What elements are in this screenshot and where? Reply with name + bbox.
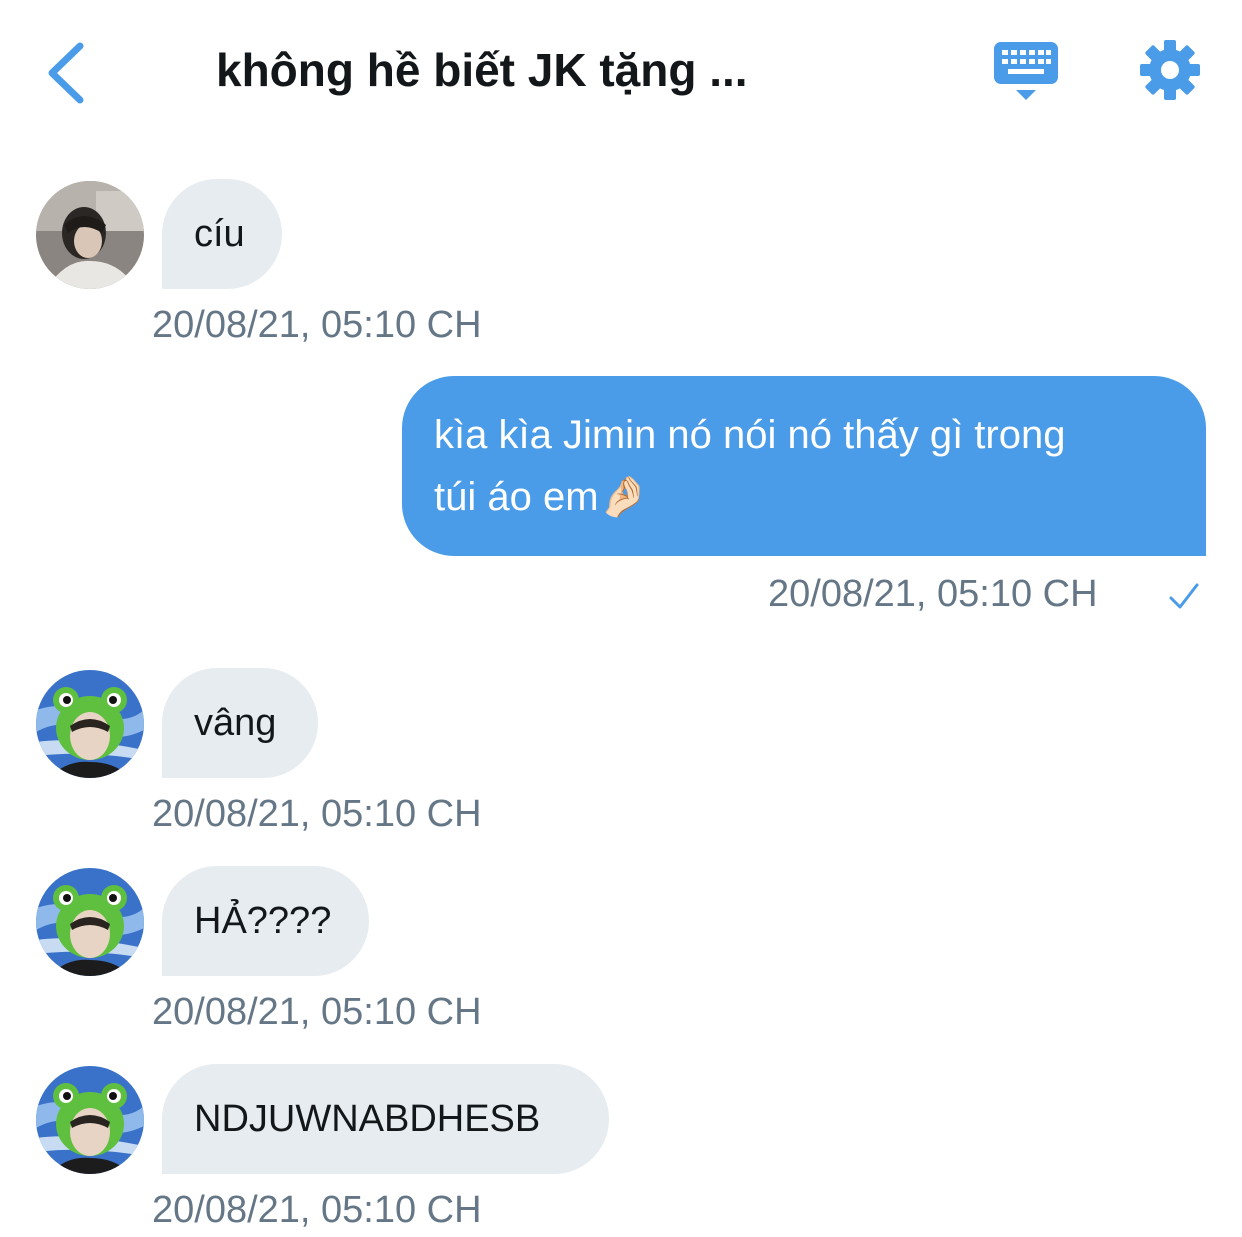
message-text: NDJUWNABDHESB	[194, 1098, 541, 1140]
message-text: vâng	[194, 702, 277, 744]
sender-avatar[interactable]	[36, 181, 144, 289]
check-icon	[1169, 583, 1199, 609]
message-timestamp: 20/08/21, 05:10 CH	[152, 304, 482, 346]
message-bubble-outgoing[interactable]: kìa kìa Jimin nó nói nó thấy gì trong tú…	[402, 376, 1206, 556]
sender-avatar[interactable]	[36, 868, 144, 976]
message-bubble[interactable]: cíu	[162, 179, 282, 289]
keyboard-icon	[994, 42, 1058, 100]
sender-avatar[interactable]	[36, 670, 144, 778]
message-timestamp: 20/08/21, 05:10 CH	[152, 991, 482, 1033]
avatar-photo	[36, 868, 144, 976]
message-timestamp: 20/08/21, 05:10 CH	[152, 1189, 482, 1231]
message-timestamp: 20/08/21, 05:10 CH	[768, 573, 1098, 615]
settings-button[interactable]	[1138, 38, 1202, 102]
message-text: HẢ????	[194, 900, 332, 942]
avatar-photo	[36, 1066, 144, 1174]
gear-icon	[1140, 40, 1200, 100]
message-bubble[interactable]: vâng	[162, 668, 318, 778]
conversation-header: không hề biết JK tặng ...	[0, 0, 1242, 140]
chevron-left-icon	[48, 42, 84, 104]
keyboard-toggle-button[interactable]	[992, 38, 1060, 104]
message-text: cíu	[194, 213, 245, 255]
message-bubble[interactable]: HẢ????	[162, 866, 369, 976]
conversation-title[interactable]: không hề biết JK tặng ...	[216, 40, 836, 100]
sender-avatar[interactable]	[36, 1066, 144, 1174]
avatar-photo	[36, 181, 144, 289]
back-button[interactable]	[40, 38, 100, 108]
message-bubble[interactable]: NDJUWNABDHESB	[162, 1064, 609, 1174]
message-timestamp: 20/08/21, 05:10 CH	[152, 793, 482, 835]
avatar-photo	[36, 670, 144, 778]
message-text-line: túi áo em🤌🏻	[434, 475, 649, 519]
message-text-line: kìa kìa Jimin nó nói nó thấy gì trong	[434, 413, 1066, 457]
